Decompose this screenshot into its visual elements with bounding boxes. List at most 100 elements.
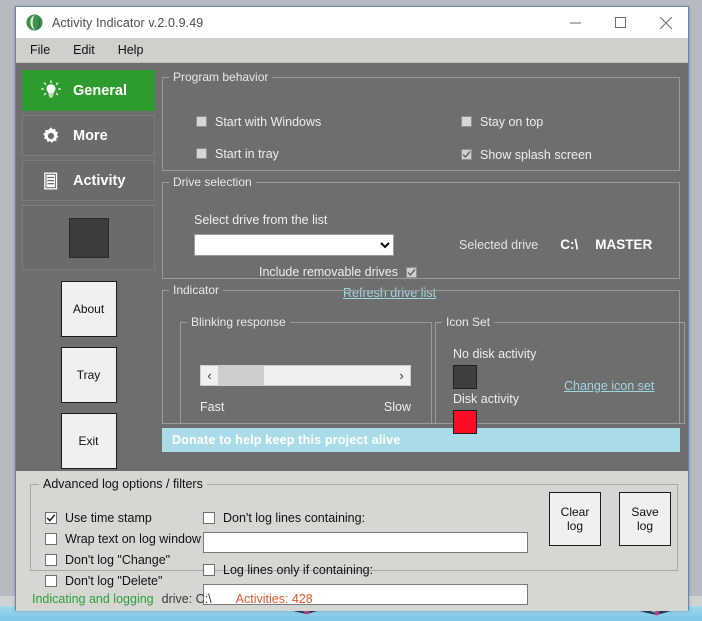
drive-selection-legend: Drive selection xyxy=(173,175,252,189)
checkbox-box xyxy=(45,575,57,587)
tray-icon-swatch xyxy=(68,217,109,258)
checkbox-dont-log-lines-containing[interactable]: Don't log lines containing: xyxy=(203,511,528,525)
checkbox-log-lines-only-if-containing[interactable]: Log lines only if containing: xyxy=(203,563,528,577)
close-button[interactable] xyxy=(643,7,688,38)
checkbox-label: Wrap text on log window xyxy=(65,532,201,546)
about-button[interactable]: About xyxy=(60,281,117,337)
clear-log-line2: log xyxy=(566,519,583,533)
drive-selection-group: Drive selection Select drive from the li… xyxy=(162,175,680,300)
disk-activity-swatch[interactable] xyxy=(453,410,477,434)
sidebar-item-more[interactable]: More xyxy=(22,115,155,156)
bottom-panel: Advanced log options / filters Use time … xyxy=(16,471,688,611)
sidebar-item-more-label: More xyxy=(73,127,108,144)
window-title: Activity Indicator v.2.0.9.49 xyxy=(52,15,204,30)
checkbox-wrap-text-on-log-window[interactable]: Wrap text on log window xyxy=(45,532,201,546)
sidebar-buttons: About Tray Exit xyxy=(22,281,155,470)
document-list-icon xyxy=(39,169,63,193)
checkbox-box xyxy=(45,533,57,545)
clear-log-button[interactable]: Clear log xyxy=(549,492,601,546)
checkbox-box-checked xyxy=(45,512,57,524)
change-icon-set-link[interactable]: Change icon set xyxy=(564,379,654,393)
checkbox-include-removable-drives[interactable]: Include removable drives xyxy=(259,265,417,279)
checkbox-label: Show splash screen xyxy=(480,147,592,162)
checkbox-label: Include removable drives xyxy=(259,265,398,279)
sidebar-item-general-label: General xyxy=(73,82,127,99)
checkbox-box-checked xyxy=(405,266,417,278)
checkbox-use-time-stamp[interactable]: Use time stamp xyxy=(45,511,201,525)
globe-icon xyxy=(26,14,43,31)
status-state: Indicating and logging xyxy=(32,592,154,606)
status-bar: Indicating and logging drive: C:\ Activi… xyxy=(16,587,688,611)
blinking-response-slider[interactable]: ‹ › xyxy=(200,365,411,386)
blinking-response-group: Blinking response ‹ › Fast Slow xyxy=(180,315,432,424)
program-behavior-legend: Program behavior xyxy=(173,70,269,84)
tray-button[interactable]: Tray xyxy=(60,347,117,403)
blinking-response-legend: Blinking response xyxy=(191,315,286,329)
drive-select[interactable] xyxy=(194,234,394,256)
menu-item-help[interactable]: Help xyxy=(118,43,144,57)
advanced-log-legend: Advanced log options / filters xyxy=(43,477,203,491)
title-bar: Activity Indicator v.2.0.9.49 xyxy=(16,7,688,38)
checkbox-box xyxy=(45,554,57,566)
checkbox-box xyxy=(203,512,215,524)
menu-bar: File Edit Help xyxy=(16,38,688,63)
main-body: General More Activity About Tray Exit Pr… xyxy=(16,63,688,611)
indicator-group: Indicator Blinking response ‹ › Fast Slo… xyxy=(162,283,685,434)
menu-item-file[interactable]: File xyxy=(30,43,50,57)
indicator-legend: Indicator xyxy=(173,283,220,297)
sidebar-item-activity-label: Activity xyxy=(73,172,126,189)
status-activities: Activities: 428 xyxy=(235,592,313,606)
checkbox-box xyxy=(196,148,207,159)
checkbox-start-with-windows[interactable]: Start with Windows xyxy=(196,115,321,129)
slider-track[interactable] xyxy=(218,366,393,385)
checkbox-label: Don't log lines containing: xyxy=(223,511,366,525)
checkbox-label: Log lines only if containing: xyxy=(223,563,374,577)
checkbox-label: Don't log "Change" xyxy=(65,553,171,567)
checkbox-dont-log-change[interactable]: Don't log "Change" xyxy=(45,553,201,567)
sidebar-item-general[interactable]: General xyxy=(22,70,155,111)
slider-slow-label: Slow xyxy=(383,400,411,414)
maximize-button[interactable] xyxy=(598,7,643,38)
checkbox-box xyxy=(461,116,472,127)
checkbox-label: Don't log "Delete" xyxy=(65,574,163,588)
minimize-button[interactable] xyxy=(553,7,598,38)
checkbox-dont-log-delete[interactable]: Don't log "Delete" xyxy=(45,574,201,588)
checkbox-label: Start with Windows xyxy=(215,114,322,129)
status-drive: drive: C:\ xyxy=(161,592,212,606)
slider-right-arrow-icon[interactable]: › xyxy=(393,366,410,385)
checkbox-stay-on-top[interactable]: Stay on top xyxy=(461,115,543,129)
no-disk-activity-label: No disk activity xyxy=(453,347,537,361)
menu-item-edit[interactable]: Edit xyxy=(73,43,95,57)
save-log-button[interactable]: Save log xyxy=(619,492,671,546)
checkbox-start-in-tray[interactable]: Start in tray xyxy=(196,147,279,161)
slider-left-arrow-icon[interactable]: ‹ xyxy=(201,366,218,385)
log-buttons: Clear log Save log xyxy=(549,492,671,546)
save-log-line2: log xyxy=(636,519,653,533)
donate-banner[interactable]: Donate to help keep this project alive xyxy=(162,428,680,452)
dont-log-lines-input[interactable] xyxy=(203,532,528,553)
checkbox-label: Start in tray xyxy=(215,146,279,161)
slider-thumb[interactable] xyxy=(218,366,264,385)
gear-icon xyxy=(39,124,63,148)
checkbox-label: Use time stamp xyxy=(65,511,152,525)
exit-button[interactable]: Exit xyxy=(60,413,117,469)
program-behavior-group: Program behavior Start with Windows Star… xyxy=(162,70,680,171)
window-controls xyxy=(553,7,688,38)
checkbox-show-splash-screen[interactable]: Show splash screen xyxy=(461,148,592,162)
slider-fast-label: Fast xyxy=(200,400,225,414)
lightbulb-icon xyxy=(39,79,63,103)
checkbox-box-checked xyxy=(461,149,472,160)
selected-drive-label: Selected drive xyxy=(459,238,539,252)
clear-log-line1: Clear xyxy=(560,505,590,519)
application-window: Activity Indicator v.2.0.9.49 File Edit … xyxy=(15,6,689,611)
donate-text: Donate to help keep this project alive xyxy=(172,433,401,447)
icon-set-group: Icon Set No disk activity Disk activity … xyxy=(435,315,685,434)
select-drive-label: Select drive from the list xyxy=(194,213,328,227)
checkbox-box xyxy=(196,116,207,127)
no-disk-activity-swatch[interactable] xyxy=(453,365,477,389)
sidebar-item-activity[interactable]: Activity xyxy=(22,160,155,201)
checkbox-label: Stay on top xyxy=(480,114,544,129)
icon-set-legend: Icon Set xyxy=(446,315,491,329)
selected-drive-letter: C:\ xyxy=(560,237,579,252)
save-log-line1: Save xyxy=(631,505,659,519)
